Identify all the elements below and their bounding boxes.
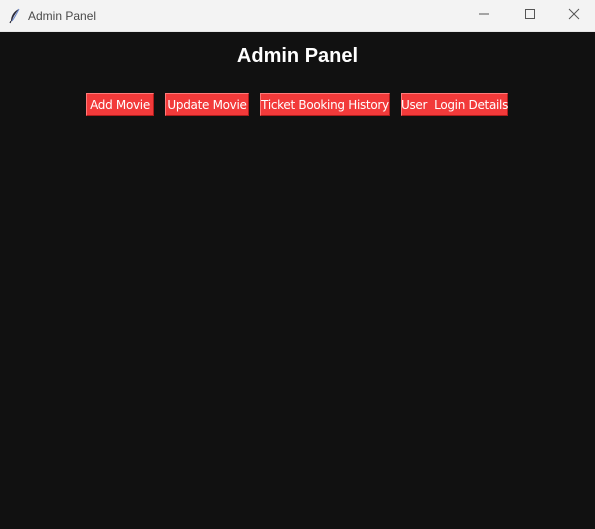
main-content: Admin Panel Add Movie Update Movie Ticke…: [0, 32, 595, 529]
title-bar[interactable]: Admin Panel: [0, 0, 595, 32]
add-movie-button[interactable]: Add Movie: [86, 93, 154, 116]
user-login-details-button[interactable]: User Login Details: [401, 93, 508, 116]
maximize-icon: [524, 7, 536, 25]
minimize-icon: [478, 7, 490, 25]
close-button[interactable]: [551, 0, 595, 32]
window-title: Admin Panel: [28, 9, 97, 23]
ticket-booking-history-button[interactable]: Ticket Booking History: [260, 93, 390, 116]
maximize-button[interactable]: [507, 0, 553, 32]
close-icon: [568, 7, 580, 25]
app-window: Admin Panel Admin Panel Add Movie Update…: [0, 0, 595, 529]
page-title: Admin Panel: [236, 45, 359, 67]
update-movie-button[interactable]: Update Movie: [165, 93, 249, 116]
admin-actions: Add Movie Update Movie Ticket Booking Hi…: [0, 93, 595, 117]
minimize-button[interactable]: [461, 0, 507, 32]
feather-icon: [8, 8, 22, 24]
